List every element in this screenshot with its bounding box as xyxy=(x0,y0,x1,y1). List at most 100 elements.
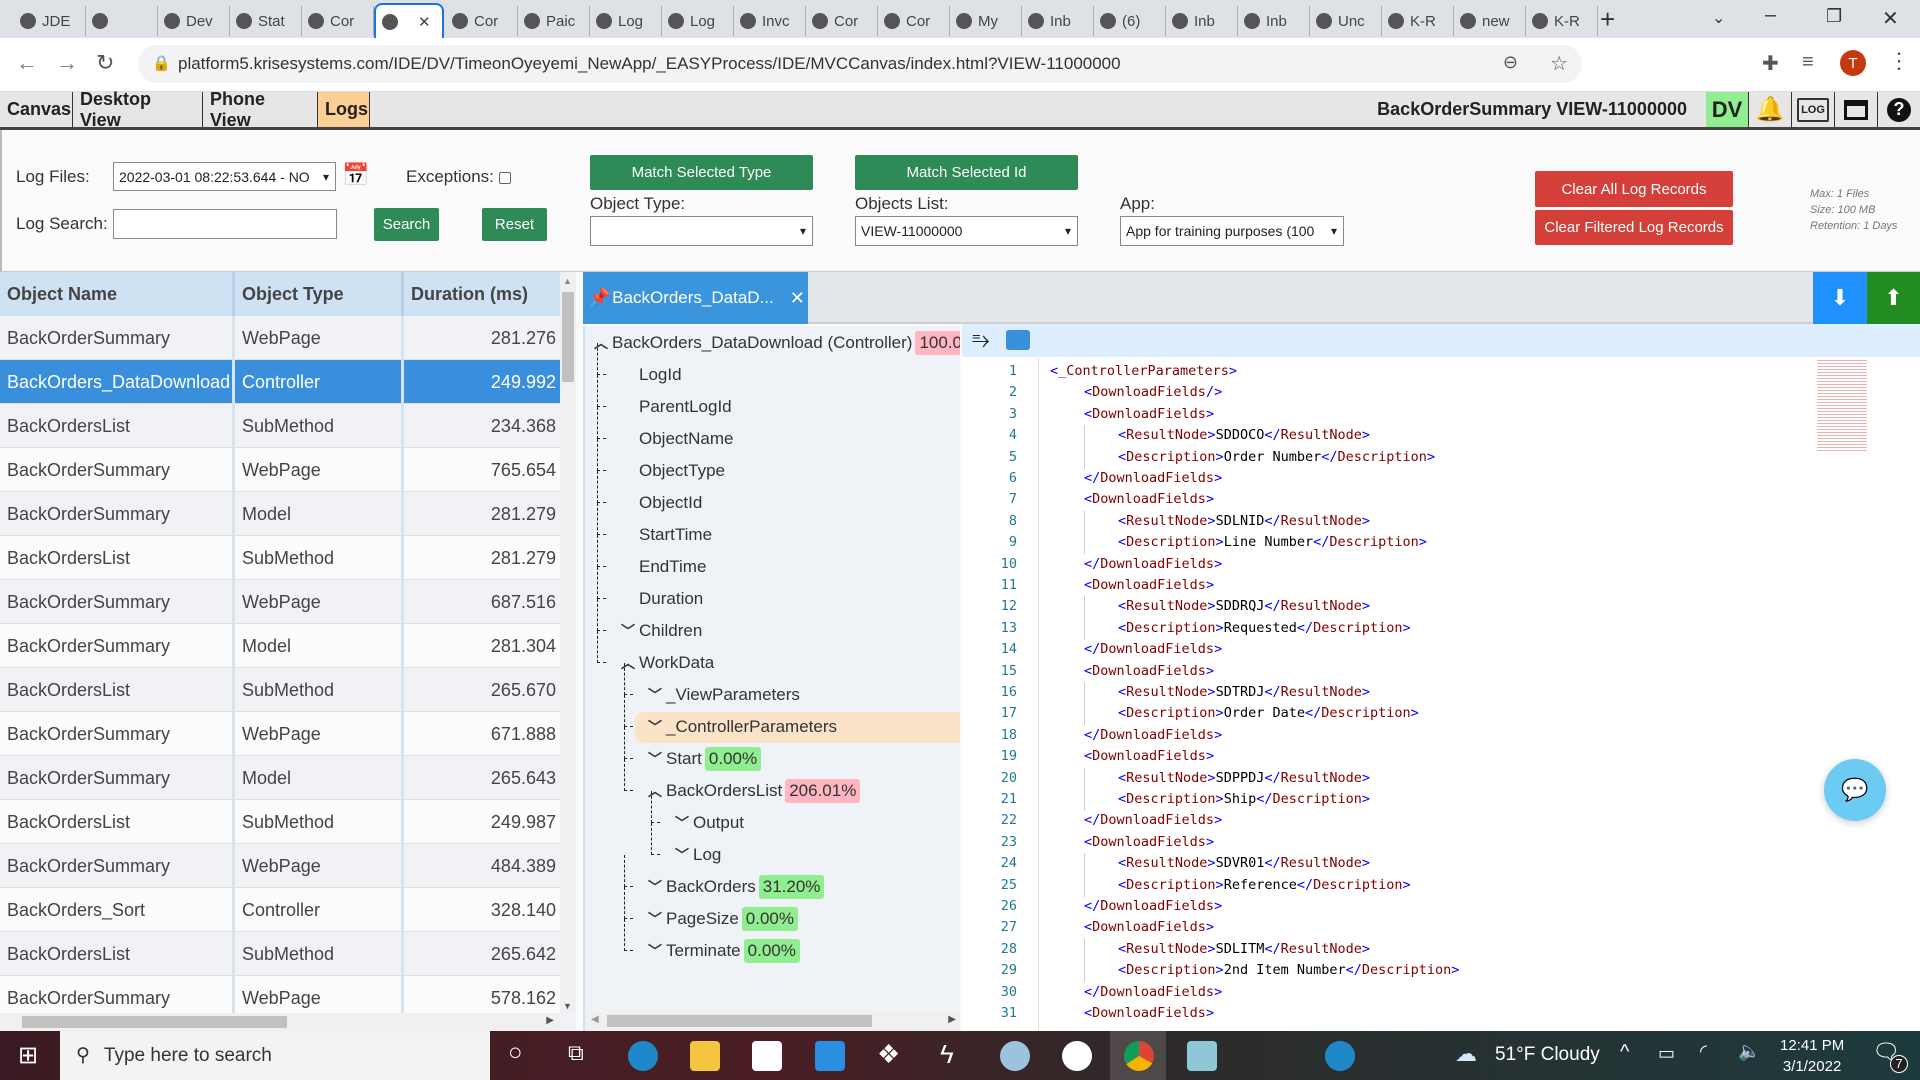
code-line[interactable]: <DownloadFields> xyxy=(1084,575,1214,596)
browser-tab[interactable]: Unc xyxy=(1310,6,1382,36)
code-line[interactable]: </DownloadFields> xyxy=(1084,896,1222,917)
code-line[interactable]: </DownloadFields> xyxy=(1084,639,1222,660)
log-files-select[interactable]: 2022-03-01 08:22:53.644 - NO ▾ xyxy=(113,162,336,191)
task-view-icon[interactable]: ⧉ xyxy=(568,1040,584,1066)
chrome-icon[interactable] xyxy=(1124,1041,1154,1071)
table-row[interactable]: BackOrderSummary Model 265.643 xyxy=(0,756,560,800)
code-line[interactable]: <DownloadFields> xyxy=(1084,404,1214,425)
column-header-duration[interactable]: Duration (ms) xyxy=(404,272,560,316)
bell-icon[interactable]: 🔔 xyxy=(1749,92,1792,127)
edge-icon[interactable] xyxy=(628,1041,658,1071)
code-line[interactable]: <DownloadFields> xyxy=(1084,489,1214,510)
battery-icon[interactable]: ▭ xyxy=(1658,1043,1675,1064)
code-line[interactable]: <Description>Order Date</Description> xyxy=(1118,703,1419,724)
chevron-down-icon[interactable]: ﹀ xyxy=(648,685,662,705)
browser-tab[interactable]: Cor xyxy=(806,6,878,36)
table-row[interactable]: BackOrderSummary WebPage 671.888 xyxy=(0,712,560,756)
paint-icon[interactable] xyxy=(1000,1041,1030,1071)
tab-search-icon[interactable]: ⌄ xyxy=(1712,8,1725,28)
search-button[interactable]: Search xyxy=(374,208,439,241)
tree-node[interactable]: ﹀ Children xyxy=(621,616,702,646)
code-line[interactable]: </DownloadFields> xyxy=(1084,554,1222,575)
browser-tab[interactable]: Log xyxy=(662,6,734,36)
code-line[interactable]: <Description>Ship</Description> xyxy=(1118,789,1370,810)
browser-tab[interactable]: Paic xyxy=(518,6,590,36)
tree-node[interactable]: ﹀ _ControllerParameters xyxy=(648,712,837,742)
dropbox-icon[interactable]: ❖ xyxy=(877,1039,900,1070)
code-line[interactable]: </DownloadFields> xyxy=(1084,982,1222,1003)
tree-node[interactable]: Duration xyxy=(639,584,703,614)
taskbar-search[interactable]: ⚲ Type here to search xyxy=(60,1031,490,1080)
format-icon[interactable] xyxy=(1006,330,1030,350)
table-row[interactable]: BackOrders_DataDownload Controller 249.992 xyxy=(0,360,560,404)
tree-node[interactable]: ﹀ Log xyxy=(675,840,721,870)
code-line[interactable]: <Description>Requested</Description> xyxy=(1118,618,1411,639)
app-icon[interactable]: ϟ xyxy=(940,1039,954,1070)
help-app-icon[interactable] xyxy=(1325,1041,1355,1071)
zoom-icon[interactable]: ⊖ xyxy=(1503,52,1518,73)
back-icon[interactable]: ← xyxy=(16,50,38,76)
weather-text[interactable]: 51°F Cloudy xyxy=(1495,1044,1600,1066)
code-line[interactable]: <ResultNode>SDPPDJ</ResultNode> xyxy=(1118,768,1370,789)
browser-tab[interactable]: Dev xyxy=(158,6,230,36)
table-row[interactable]: BackOrderSummary Model 281.304 xyxy=(0,624,560,668)
table-vertical-scrollbar[interactable]: ▲ ▼ xyxy=(560,272,576,1013)
code-line[interactable]: <Description>2nd Item Number</Descriptio… xyxy=(1118,960,1459,981)
chevron-down-icon[interactable]: ﹀ xyxy=(675,813,689,833)
bookmark-star-icon[interactable]: ☆ xyxy=(1550,51,1568,76)
chat-button[interactable]: 💬 xyxy=(1824,759,1886,821)
table-row[interactable]: BackOrderSummary Model 281.279 xyxy=(0,492,560,536)
table-row[interactable]: BackOrdersList SubMethod 249.987 xyxy=(0,800,560,844)
word-wrap-icon[interactable]: ⥱ xyxy=(972,327,990,353)
notepad-icon[interactable] xyxy=(1187,1041,1217,1071)
volume-icon[interactable]: 🔈 xyxy=(1738,1041,1760,1062)
tree-node[interactable]: ObjectName xyxy=(639,424,733,454)
log-file-icon[interactable]: LOG xyxy=(1792,92,1835,127)
reload-icon[interactable]: ↻ xyxy=(96,50,114,76)
code-line[interactable]: <DownloadFields> xyxy=(1084,917,1214,938)
code-line[interactable]: <ResultNode>SDDOCO</ResultNode> xyxy=(1118,425,1370,446)
exceptions-checkbox[interactable] xyxy=(499,172,511,184)
code-line[interactable]: <ResultNode>SDLITM</ResultNode> xyxy=(1118,939,1370,960)
code-line[interactable]: <Description>Line Number</Description> xyxy=(1118,532,1427,553)
tree-node[interactable]: ﹀ BackOrders 31.20% xyxy=(648,872,825,902)
browser-tab[interactable]: (6) xyxy=(1094,6,1166,36)
browser-tab[interactable] xyxy=(86,6,158,36)
browser-menu-icon[interactable]: ⋮ xyxy=(1888,48,1910,74)
table-horizontal-scrollbar[interactable]: ▶ xyxy=(0,1013,560,1031)
code-line[interactable]: <DownloadFields> xyxy=(1084,832,1214,853)
code-line[interactable]: <ResultNode>SDVR01</ResultNode> xyxy=(1118,853,1370,874)
browser-tab[interactable]: Invc xyxy=(734,6,806,36)
help-icon[interactable]: ? xyxy=(1878,92,1920,127)
restore-button[interactable]: ❐ xyxy=(1826,6,1842,27)
store-icon[interactable] xyxy=(752,1041,782,1071)
close-window-button[interactable]: ✕ xyxy=(1882,6,1899,31)
profile-avatar[interactable]: T xyxy=(1840,50,1866,76)
browser-tab[interactable]: K-R xyxy=(1382,6,1454,36)
object-type-select[interactable]: ▾ xyxy=(590,216,813,246)
clear-all-log-records-button[interactable]: Clear All Log Records xyxy=(1535,171,1733,207)
log-search-input[interactable] xyxy=(113,209,337,239)
code-line[interactable]: </DownloadFields> xyxy=(1084,468,1222,489)
code-line[interactable]: <DownloadFields> xyxy=(1084,661,1214,682)
extensions-icon[interactable]: ✚ xyxy=(1762,51,1779,76)
code-line[interactable]: <Description>Reference</Description> xyxy=(1118,875,1411,896)
tree-node[interactable]: ﹀ Output xyxy=(675,808,744,838)
calendar-icon[interactable]: 📅 xyxy=(342,162,369,188)
forward-icon[interactable]: → xyxy=(56,50,78,76)
chevron-down-icon[interactable]: ﹀ xyxy=(648,877,662,897)
app-select[interactable]: App for training purposes (100 ▾ xyxy=(1120,216,1344,246)
code-line[interactable]: </DownloadFields> xyxy=(1084,810,1222,831)
tree-node[interactable]: ﹀ _ViewParameters xyxy=(648,680,800,710)
reset-button[interactable]: Reset xyxy=(482,208,547,241)
close-tab-icon[interactable]: ✕ xyxy=(790,288,805,309)
code-line[interactable]: <DownloadFields/> xyxy=(1084,382,1222,403)
browser-tab[interactable]: Inb xyxy=(1166,6,1238,36)
close-tab-icon[interactable]: ✕ xyxy=(418,13,431,31)
browser-tab[interactable]: K-R xyxy=(1526,6,1598,36)
tree-node[interactable]: ︿ BackOrders_DataDownload (Controller) 100… xyxy=(594,328,960,358)
tree-node[interactable]: ︿ WorkData xyxy=(621,648,714,678)
clear-filtered-log-records-button[interactable]: Clear Filtered Log Records xyxy=(1535,210,1733,245)
table-row[interactable]: BackOrderSummary WebPage 765.654 xyxy=(0,448,560,492)
minimize-button[interactable]: – xyxy=(1765,4,1776,27)
